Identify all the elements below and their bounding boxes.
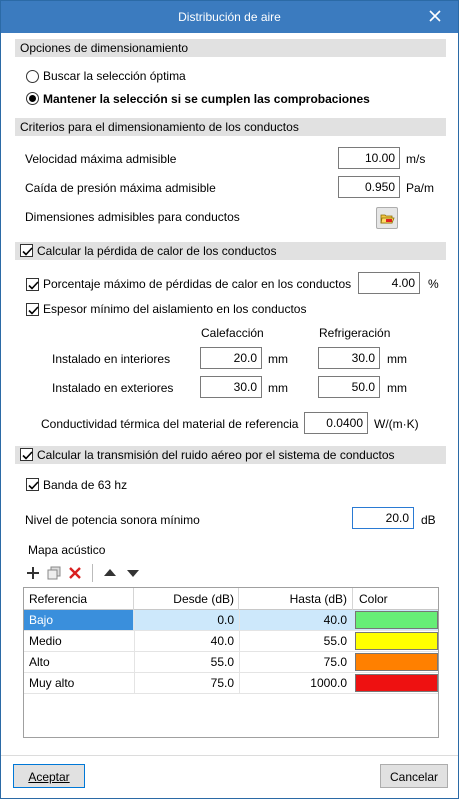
section-title: Calcular la transmisión del ruido aéreo … [37,448,395,462]
mm-unit: mm [387,352,407,366]
exterior-label: Instalado en exteriores [52,381,174,395]
accept-button-label: Aceptar [28,770,70,784]
pressure-input[interactable]: 0.950 [338,176,400,198]
column-cooling: Refrigeración [319,326,391,340]
row-to[interactable]: 40.0 [239,610,351,630]
radio-keep-selection[interactable] [26,92,39,105]
dialog-window: Distribución de aire Opciones de dimensi… [0,0,459,799]
table-row[interactable]: Alto 55.0 75.0 [24,652,438,673]
sound-level-input[interactable]: 20.0 [352,507,414,529]
row-color-swatch[interactable] [355,653,438,671]
column-header[interactable]: Referencia [29,588,87,609]
duct-dimensions-button[interactable] [376,207,398,229]
column-heating: Calefacción [201,326,264,340]
velocity-input[interactable]: 10.00 [338,147,400,169]
conductivity-label: Conductividad térmica del material de re… [41,417,299,431]
table-row[interactable]: Medio 40.0 55.0 [24,631,438,652]
mm-unit: mm [268,352,288,366]
exterior-cooling-input[interactable]: 50.0 [318,376,380,398]
table-row[interactable]: Bajo 0.0 40.0 [24,610,438,631]
duct-dimensions-label: Dimensiones admisibles para conductos [25,210,240,224]
column-header[interactable]: Desde (dB) [134,588,238,609]
noise-checkbox[interactable] [20,448,33,461]
conductivity-unit: W/(m·K) [374,417,419,431]
table-header: Referencia Desde (dB) Hasta (dB) Color [24,588,438,610]
check-icon [28,481,39,490]
exterior-heating-input[interactable]: 30.0 [200,376,262,398]
heat-loss-pct-unit: % [428,277,439,291]
cancel-button[interactable]: Cancelar [380,764,448,788]
row-from[interactable]: 0.0 [134,610,238,630]
row-from[interactable]: 55.0 [134,652,238,672]
row-from[interactable]: 40.0 [134,631,238,651]
interior-cooling-input[interactable]: 30.0 [318,347,380,369]
section-sizing-criteria: Criterios para el dimensionamiento de lo… [15,118,446,136]
pressure-label: Caída de presión máxima admisible [25,181,216,195]
conductivity-input[interactable]: 0.0400 [304,412,368,434]
check-icon [28,306,39,315]
copy-icon[interactable] [46,565,62,581]
heat-loss-pct-checkbox[interactable] [26,278,39,291]
insulation-thickness-label: Espesor mínimo del aislamiento en los co… [43,302,307,316]
heat-loss-pct-input[interactable]: 4.00 [358,272,420,294]
check-icon [28,281,39,290]
check-icon [22,247,33,256]
mm-unit: mm [387,381,407,395]
row-reference[interactable]: Bajo [24,610,133,630]
sound-level-label: Nivel de potencia sonora mínimo [25,513,200,527]
column-header[interactable]: Hasta (dB) [239,588,351,609]
heat-loss-checkbox[interactable] [20,244,33,257]
acoustic-map-title: Mapa acústico [28,543,106,557]
insulation-thickness-checkbox[interactable] [26,303,39,316]
footer-divider [1,755,458,756]
heat-loss-pct-label: Porcentaje máximo de pérdidas de calor e… [43,277,352,291]
row-reference[interactable]: Muy alto [24,673,133,693]
check-icon [22,451,33,460]
close-icon[interactable] [426,7,444,25]
add-icon[interactable] [25,565,41,581]
sound-level-unit: dB [421,513,436,527]
interior-heating-input[interactable]: 20.0 [200,347,262,369]
row-to[interactable]: 1000.0 [239,673,351,693]
section-sizing-options: Opciones de dimensionamiento [15,39,446,57]
column-header[interactable]: Color [359,588,388,609]
table-row[interactable]: Muy alto 75.0 1000.0 [24,673,438,694]
mm-unit: mm [268,381,288,395]
row-from[interactable]: 75.0 [134,673,238,693]
accept-button[interactable]: Aceptar [13,764,85,788]
velocity-label: Velocidad máxima admisible [25,152,177,166]
title-bar: Distribución de aire [1,1,458,33]
row-reference[interactable]: Alto [24,652,133,672]
delete-icon[interactable] [67,565,83,581]
row-color-swatch[interactable] [355,674,438,692]
row-reference[interactable]: Medio [24,631,133,651]
row-color-swatch[interactable] [355,632,438,650]
section-heat-loss: Calcular la pérdida de calor de los cond… [15,242,446,260]
section-title: Criterios para el dimensionamiento de lo… [20,120,299,134]
window-title: Distribución de aire [178,10,281,24]
move-up-icon[interactable] [102,565,118,581]
row-to[interactable]: 75.0 [239,652,351,672]
section-noise: Calcular la transmisión del ruido aéreo … [15,446,446,464]
move-down-icon[interactable] [125,565,141,581]
folder-open-icon [380,214,395,224]
acoustic-map-table: Referencia Desde (dB) Hasta (dB) Color B… [23,587,439,738]
radio-optimal-label: Buscar la selección óptima [43,69,186,83]
radio-optimal[interactable] [26,70,39,83]
pressure-unit: Pa/m [406,181,435,195]
row-to[interactable]: 55.0 [239,631,351,651]
section-title: Calcular la pérdida de calor de los cond… [37,244,277,258]
band-63-label: Banda de 63 hz [43,478,128,492]
row-color-swatch[interactable] [355,611,438,629]
toolbar-separator [92,564,93,582]
interior-label: Instalado en interiores [52,352,171,366]
velocity-unit: m/s [406,152,426,166]
band-63-checkbox[interactable] [26,478,39,491]
radio-keep-selection-label: Mantener la selección si se cumplen las … [43,92,370,106]
section-title: Opciones de dimensionamiento [20,41,189,55]
